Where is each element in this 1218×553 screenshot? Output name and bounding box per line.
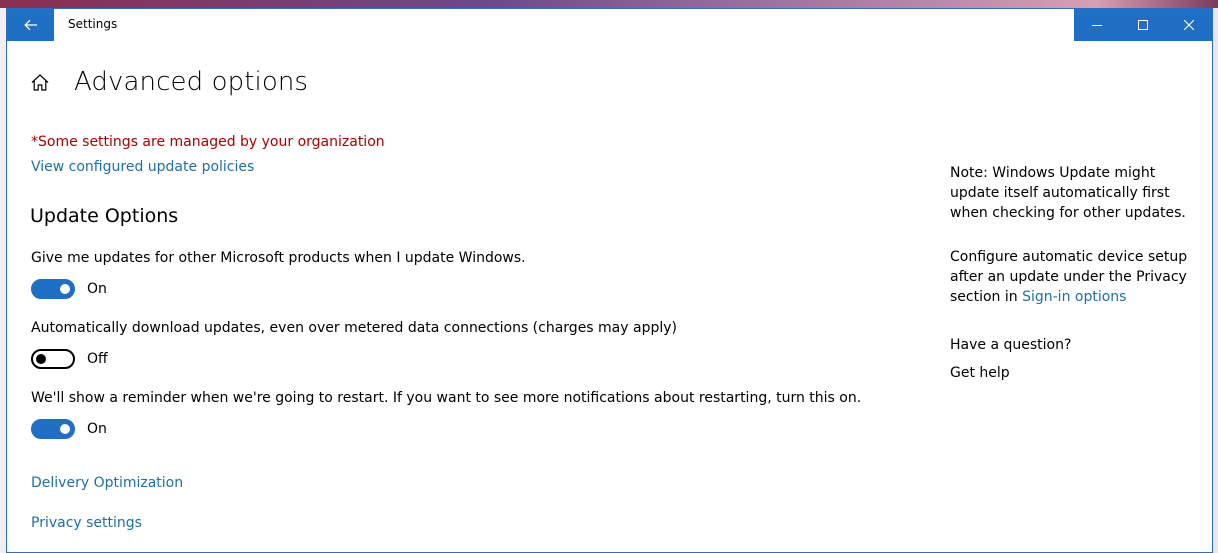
- home-icon: [31, 73, 49, 91]
- toggle-restart-reminder[interactable]: [31, 419, 75, 439]
- device-setup-info: Configure automatic device setup after a…: [950, 247, 1190, 307]
- title-bar: Settings: [7, 9, 1212, 41]
- toggle-knob: [60, 284, 70, 294]
- toggle-knob: [60, 424, 70, 434]
- window-controls: [1074, 9, 1212, 41]
- toggle-state-label: On: [87, 281, 107, 297]
- page-header: Advanced options: [31, 67, 308, 97]
- option-row-restart-reminder: On: [31, 419, 107, 439]
- window-title: Settings: [68, 17, 118, 31]
- option-label-other-products: Give me updates for other Microsoft prod…: [31, 250, 526, 266]
- question-heading: Have a question?: [950, 337, 1072, 353]
- get-help-link[interactable]: Get help: [950, 363, 1190, 383]
- minimize-button[interactable]: [1074, 9, 1120, 41]
- delivery-optimization-link[interactable]: Delivery Optimization: [31, 475, 183, 491]
- privacy-settings-link[interactable]: Privacy settings: [31, 515, 142, 531]
- option-row-other-products: On: [31, 279, 107, 299]
- update-note: Note: Windows Update might update itself…: [950, 165, 1186, 221]
- minimize-icon: [1092, 25, 1102, 26]
- settings-window: Settings Advanced options *Some settings…: [6, 8, 1213, 553]
- settings-content: Advanced options *Some settings are mana…: [7, 41, 1212, 552]
- toggle-other-products[interactable]: [31, 279, 75, 299]
- page-title: Advanced options: [74, 67, 309, 97]
- option-row-metered-download: Off: [31, 349, 108, 369]
- toggle-state-label: On: [87, 421, 107, 437]
- close-icon: [1184, 20, 1194, 30]
- option-label-restart-reminder: We'll show a reminder when we're going t…: [31, 390, 862, 406]
- arrow-left-icon: [23, 19, 37, 31]
- toggle-knob: [36, 354, 46, 364]
- managed-by-org-notice: *Some settings are managed by your organ…: [31, 134, 385, 150]
- toggle-metered-download[interactable]: [31, 349, 75, 369]
- option-label-metered-download: Automatically download updates, even ove…: [31, 320, 677, 336]
- view-policies-link[interactable]: View configured update policies: [31, 159, 254, 175]
- back-button[interactable]: [7, 9, 54, 41]
- desktop-right-edge: [1213, 8, 1218, 553]
- toggle-state-label: Off: [87, 351, 108, 367]
- maximize-icon: [1138, 20, 1148, 30]
- desktop-background-strip: [0, 0, 1218, 8]
- section-title: Update Options: [30, 205, 179, 227]
- close-button[interactable]: [1166, 9, 1212, 41]
- sign-in-options-link[interactable]: Sign-in options: [1022, 289, 1126, 305]
- maximize-button[interactable]: [1120, 9, 1166, 41]
- home-button[interactable]: [31, 72, 51, 92]
